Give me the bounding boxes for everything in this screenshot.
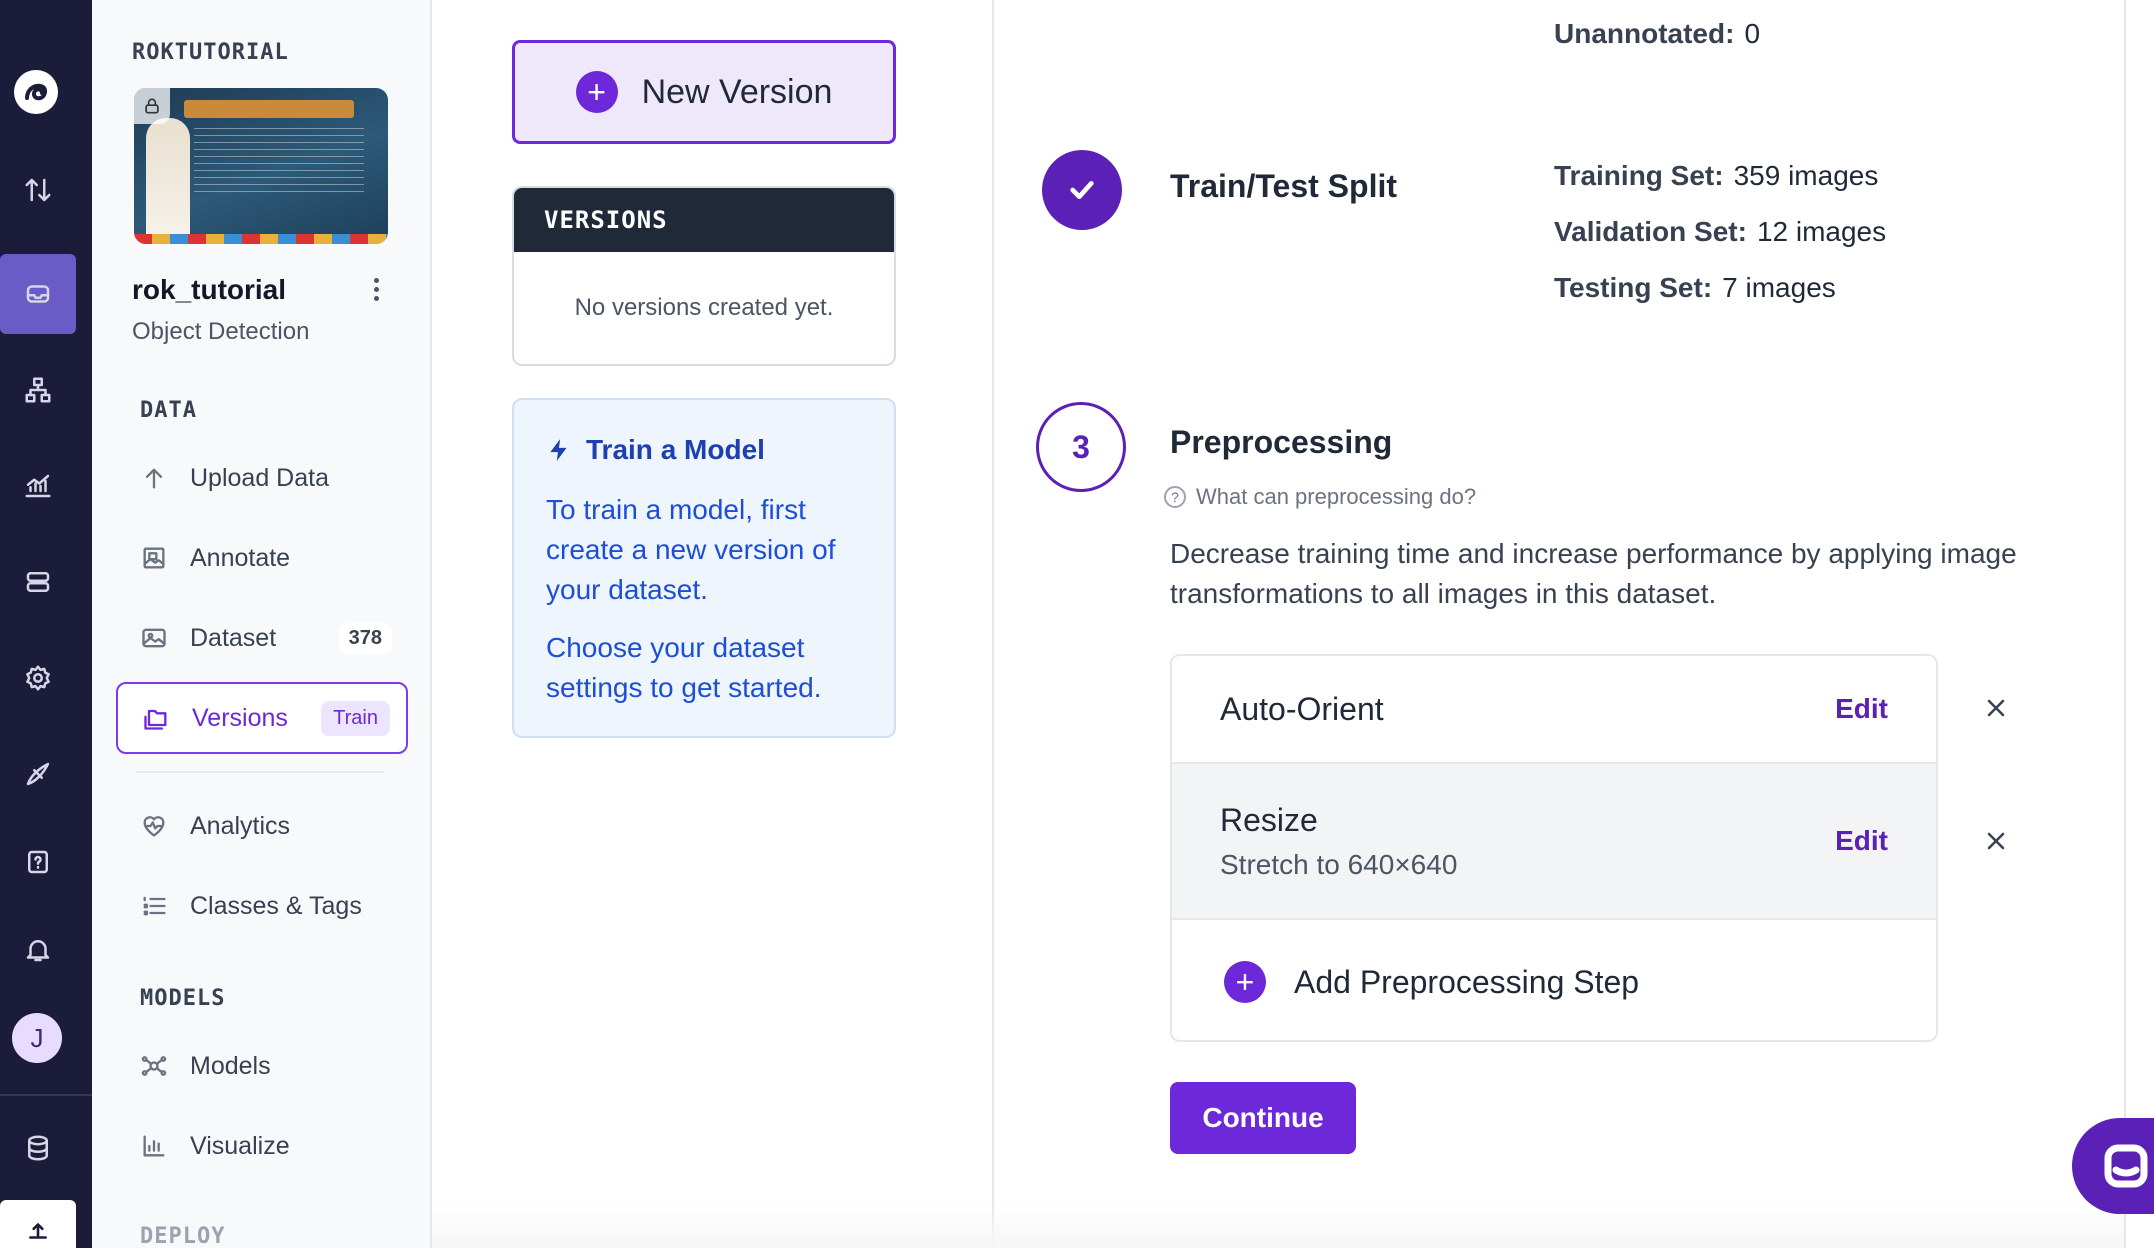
sidebar-item-label: Annotate [190,543,291,572]
satellite-icon[interactable] [0,734,76,814]
chat-icon [2104,1144,2148,1188]
thumbnail-banner [184,100,354,118]
step-name: Auto-Orient [1220,690,1384,727]
new-version-label: New Version [641,72,833,111]
sidebar-divider [136,771,384,773]
step-detail: Stretch to 640×640 [1220,848,1458,880]
continue-button[interactable]: Continue [1170,1082,1356,1154]
plus-icon: + [1224,961,1266,1003]
deploy-hierarchy-icon[interactable] [0,350,76,430]
nodes-icon [141,1056,167,1076]
preprocessing-help-link[interactable]: ? What can preprocessing do? [1164,484,1476,510]
section-deploy: DEPLOY [140,1224,226,1248]
preprocessing-description: Decrease training time and increase perf… [1170,538,2017,609]
train-badge: Train [321,700,390,736]
train-text-2: Choose your dataset settings to get star… [546,632,822,703]
project-thumbnail[interactable] [134,88,388,244]
upload-arrow-icon [145,468,163,489]
versions-card: VERSIONS No versions created yet. [512,186,896,366]
app-rail: J [0,0,92,1248]
project-name: rok_tutorial [132,274,287,305]
new-version-button[interactable]: + New Version [512,40,896,144]
check-icon [1042,150,1122,230]
sidebar-item-analytics[interactable]: Analytics [116,790,408,862]
help-icon[interactable] [0,822,76,902]
bell-icon[interactable] [0,910,76,990]
preprocessing-steps-list: Auto-Orient Edit Resize Stretch to 640×6… [1170,654,1938,1042]
dataset-count-badge: 378 [338,622,392,654]
lightning-icon [550,439,567,461]
analytics-icon[interactable] [0,446,76,526]
project-type: Object Detection [132,318,310,345]
folders-icon [144,709,167,730]
sidebar-item-label: Versions [192,703,288,732]
add-preprocessing-step-button[interactable]: + Add Preprocessing Step [1172,920,1936,1040]
remove-auto-orient-close-icon[interactable] [1978,690,2014,726]
preprocessing-step-resize: Resize Stretch to 640×640 Edit [1172,764,1936,920]
preprocessing-title: Preprocessing [1170,424,1393,460]
sidebar-item-label: Upload Data [190,463,329,492]
train-title: Train a Model [546,434,862,466]
step-name: Resize [1220,801,1318,838]
lock-icon [134,88,170,124]
versions-header: VERSIONS [514,188,894,252]
edit-resize-button[interactable]: Edit [1835,825,1888,857]
inbox-icon[interactable] [0,254,76,334]
sidebar-item-visualize[interactable]: Visualize [116,1110,408,1182]
section-data: DATA [140,398,197,423]
sidebar-item-versions[interactable]: Versions Train [116,682,408,754]
thumbnail-text-lines [194,128,364,198]
unannotated-stat: Unannotated: 0 [1554,18,1761,49]
versions-empty-text: No versions created yet. [574,294,834,321]
heart-pulse-icon [143,816,165,837]
preprocessing-step-auto-orient: Auto-Orient Edit [1172,656,1936,764]
sidebar-item-dataset[interactable]: Dataset 378 [116,602,408,674]
right-divider [2124,0,2126,1248]
image-icon [142,628,166,648]
versions-column: + New Version VERSIONS No versions creat… [432,0,994,1248]
train-text-1: To train a model, first create a new ver… [546,494,836,605]
question-icon: ? [1164,486,1186,508]
step-number-badge: 3 [1036,402,1126,492]
train-model-card: Train a Model To train a model, first cr… [512,398,896,738]
testing-set-stat: Testing Set: 7 images [1554,272,1836,303]
sidebar-item-label: Dataset [190,623,277,652]
sidebar-item-label: Analytics [190,811,291,840]
plus-icon: + [575,71,618,113]
sidebar-item-label: Models [190,1051,271,1080]
logo-icon[interactable] [12,68,60,116]
split-title: Train/Test Split [1170,168,1397,204]
sidebar-item-classes-tags[interactable]: Classes & Tags [116,870,408,942]
bottom-fade [432,1200,2124,1248]
chart-icon [143,1135,165,1157]
sidebar-item-label: Classes & Tags [190,891,362,920]
sidebar-item-label: Visualize [190,1131,290,1160]
sidebar-item-annotate[interactable]: Annotate [116,522,408,594]
validation-set-stat: Validation Set: 12 images [1554,216,1887,247]
remove-resize-close-icon[interactable] [1978,823,2014,859]
project-sidebar: ROKTUTORIAL rok_tutorial Object Detectio… [92,0,432,1248]
generate-version-panel: Unannotated: 0 Train/Test Split Training … [994,0,2124,1248]
server-icon[interactable] [0,542,76,622]
edit-auto-orient-button[interactable]: Edit [1835,693,1888,725]
settings-icon[interactable] [0,638,76,718]
sidebar-item-upload-data[interactable]: Upload Data [116,442,408,514]
rail-divider [0,1094,92,1096]
thumbnail-figure [146,118,190,238]
thumbnail-bar [134,234,388,244]
sidebar-item-models[interactable]: Models [116,1030,408,1102]
annotate-icon [143,547,165,569]
section-models: MODELS [140,986,226,1011]
kebab-menu-icon[interactable] [366,274,386,304]
workspace-name[interactable]: ROKTUTORIAL [132,40,289,65]
avatar[interactable]: J [12,1013,62,1063]
upload-icon[interactable] [0,1200,76,1248]
database-icon[interactable] [0,1108,76,1188]
list-icon [143,896,166,916]
training-set-stat: Training Set: 359 images [1554,160,1879,191]
swap-vertical-icon[interactable] [0,150,76,230]
